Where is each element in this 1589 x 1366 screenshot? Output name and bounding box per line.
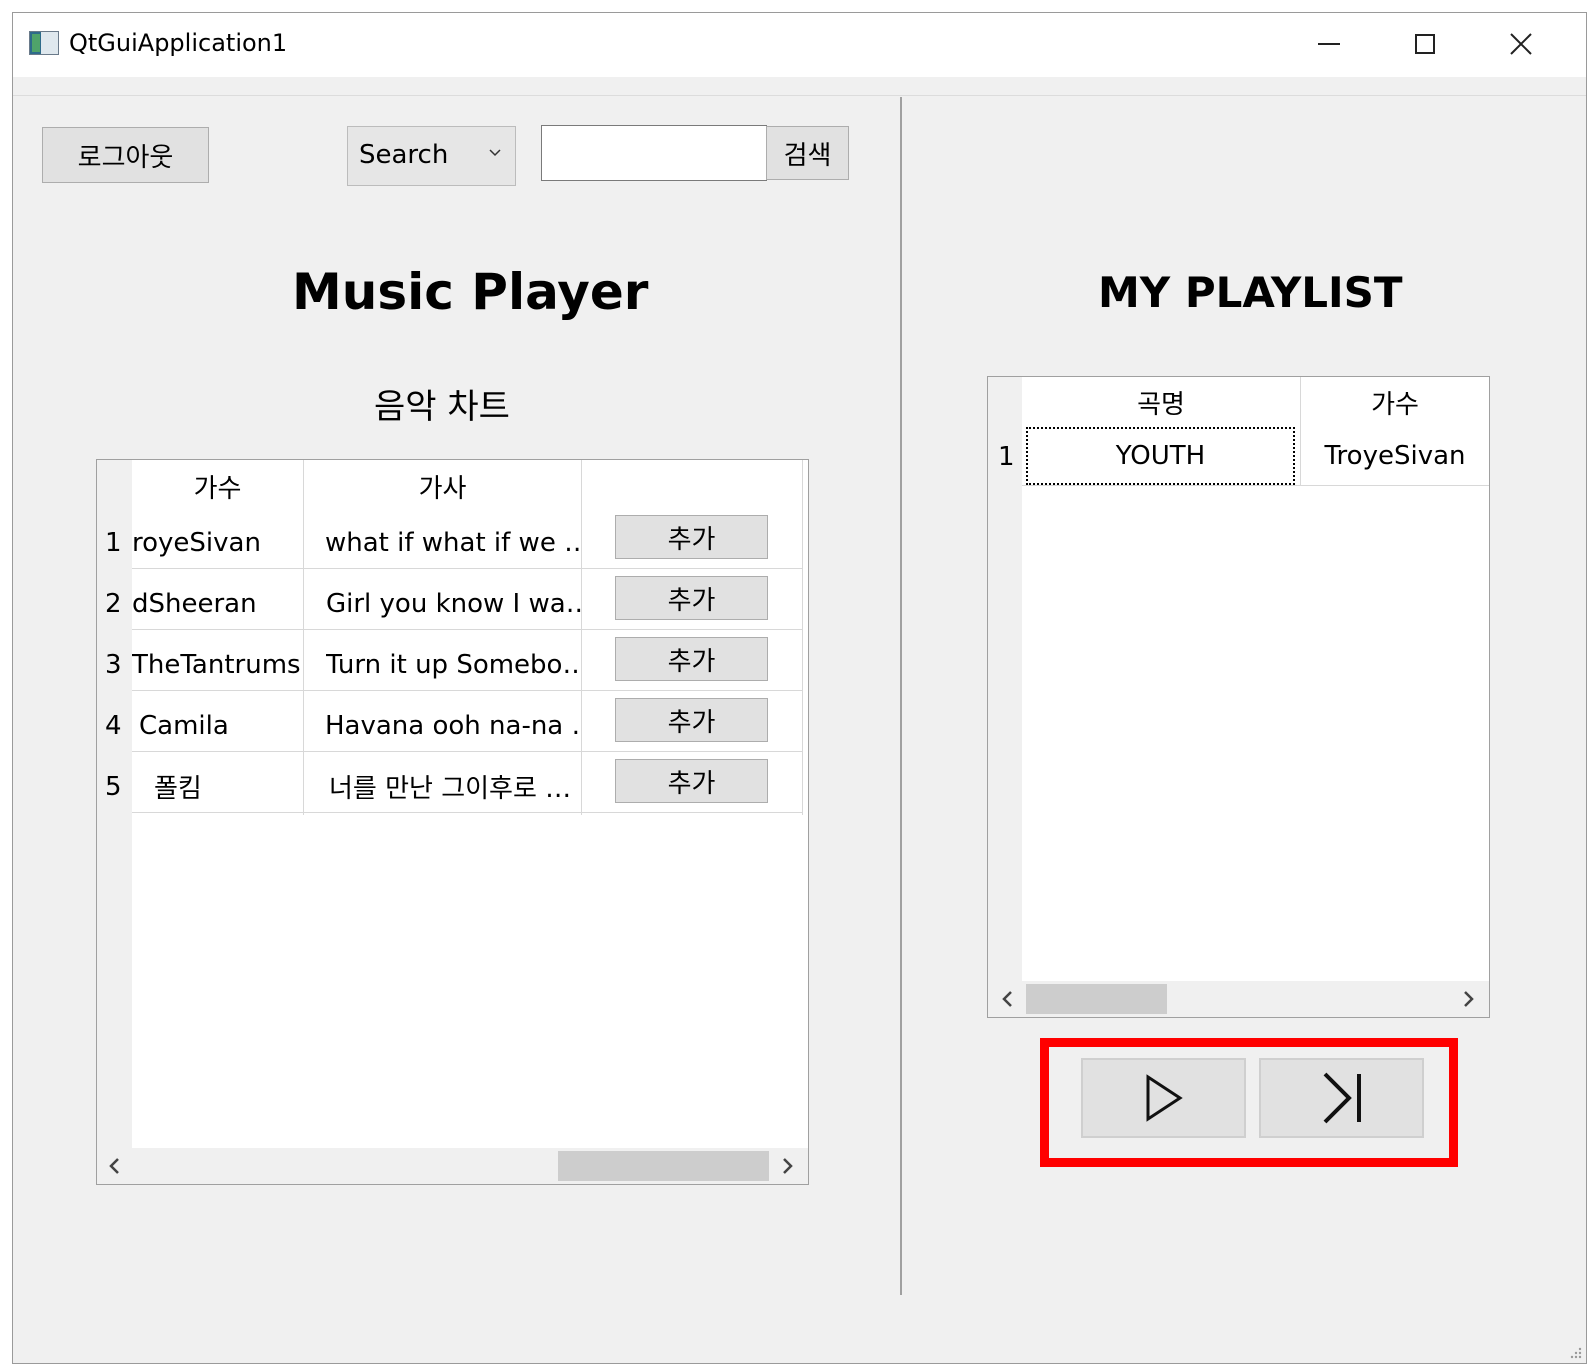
window-title: QtGuiApplication1 [69, 29, 288, 57]
row-divider [132, 812, 802, 813]
table-cell-lyrics[interactable]: Girl you know I wa… [326, 573, 581, 634]
table-cell-artist[interactable]: 폴킴 [154, 756, 303, 817]
row-divider [132, 751, 802, 752]
chevron-down-icon [489, 149, 501, 157]
table-cell-lyrics[interactable]: Turn it up Somebo… [326, 634, 581, 695]
splitter-handle[interactable] [900, 97, 902, 1295]
row-divider [132, 629, 802, 630]
playlist-title: MY PLAYLIST [1098, 268, 1403, 317]
column-header-artist[interactable]: 가수 [1301, 377, 1489, 427]
table-cell-lyrics[interactable]: 너를 만난 그이후로 … [329, 756, 581, 817]
search-type-selected: Search [359, 140, 449, 170]
scroll-left-icon[interactable] [105, 1156, 125, 1176]
page-title: Music Player [292, 263, 649, 321]
logout-button[interactable]: 로그아웃 [42, 127, 209, 183]
table-cell-artist[interactable]: Camila [139, 695, 303, 756]
table-cell-artist[interactable]: TroyeSivan [1301, 427, 1489, 485]
column-header-song[interactable]: 곡명 [1022, 377, 1300, 427]
maximize-icon [1415, 34, 1435, 54]
row-divider [1022, 485, 1489, 486]
scroll-right-icon[interactable] [1458, 989, 1478, 1009]
table-cell-lyrics[interactable]: what if what if we … [325, 512, 581, 573]
row-number: 3 [105, 649, 122, 680]
column-header-lyrics[interactable]: 가사 [304, 460, 581, 512]
column-header-artist[interactable]: 가수 [132, 460, 303, 512]
add-to-playlist-button[interactable]: 추가 [615, 759, 768, 803]
add-to-playlist-button[interactable]: 추가 [615, 515, 768, 559]
minimize-button[interactable] [1281, 13, 1377, 75]
music-chart-table[interactable]: 가수 가사 1 royeSivan what if what if we … 추… [96, 459, 809, 1185]
maximize-button[interactable] [1377, 13, 1473, 75]
title-bar[interactable]: QtGuiApplication1 [13, 13, 1586, 77]
table-cell-song-selected[interactable]: YOUTH [1026, 427, 1295, 485]
row-divider [132, 568, 802, 569]
row-divider [132, 690, 802, 691]
add-to-playlist-button[interactable]: 추가 [615, 698, 768, 742]
row-number: 1 [998, 442, 1015, 472]
horizontal-scrollbar[interactable] [988, 981, 1489, 1017]
chart-title: 음악 차트 [374, 387, 510, 427]
highlight-annotation-box [1040, 1038, 1458, 1167]
add-to-playlist-button[interactable]: 추가 [615, 576, 768, 620]
table-cell-artist[interactable]: royeSivan [132, 512, 303, 573]
column-divider [303, 460, 304, 815]
minimize-icon [1318, 43, 1340, 45]
row-number: 1 [105, 527, 122, 558]
close-icon [1510, 33, 1532, 55]
app-icon [29, 31, 59, 55]
toolbar-grip [13, 77, 1586, 96]
column-divider [802, 460, 803, 815]
column-header-action[interactable] [582, 460, 802, 512]
search-input[interactable] [541, 125, 767, 181]
search-type-dropdown[interactable]: Search [347, 126, 516, 186]
scroll-right-icon[interactable] [777, 1156, 797, 1176]
app-window: QtGuiApplication1 로그아웃 Search 검색 Music P… [12, 12, 1587, 1364]
table-cell-artist[interactable]: dSheeran [132, 573, 303, 634]
close-button[interactable] [1473, 13, 1569, 75]
search-button[interactable]: 검색 [766, 126, 849, 180]
row-number: 2 [105, 588, 122, 619]
add-to-playlist-button[interactable]: 추가 [615, 637, 768, 681]
resize-grip-icon[interactable] [1568, 1345, 1582, 1359]
scrollbar-thumb[interactable] [558, 1151, 769, 1181]
table-cell-artist[interactable]: TheTantrums [132, 634, 303, 695]
scrollbar-thumb[interactable] [1026, 984, 1167, 1014]
column-divider [581, 460, 582, 815]
row-number: 4 [105, 710, 122, 741]
row-number: 5 [105, 771, 122, 802]
horizontal-scrollbar[interactable] [97, 1148, 808, 1184]
table-cell-lyrics[interactable]: Havana ooh na-na … [325, 695, 581, 756]
scroll-left-icon[interactable] [998, 989, 1018, 1009]
playlist-table[interactable]: 곡명 가수 1 YOUTH TroyeSivan [987, 376, 1490, 1018]
